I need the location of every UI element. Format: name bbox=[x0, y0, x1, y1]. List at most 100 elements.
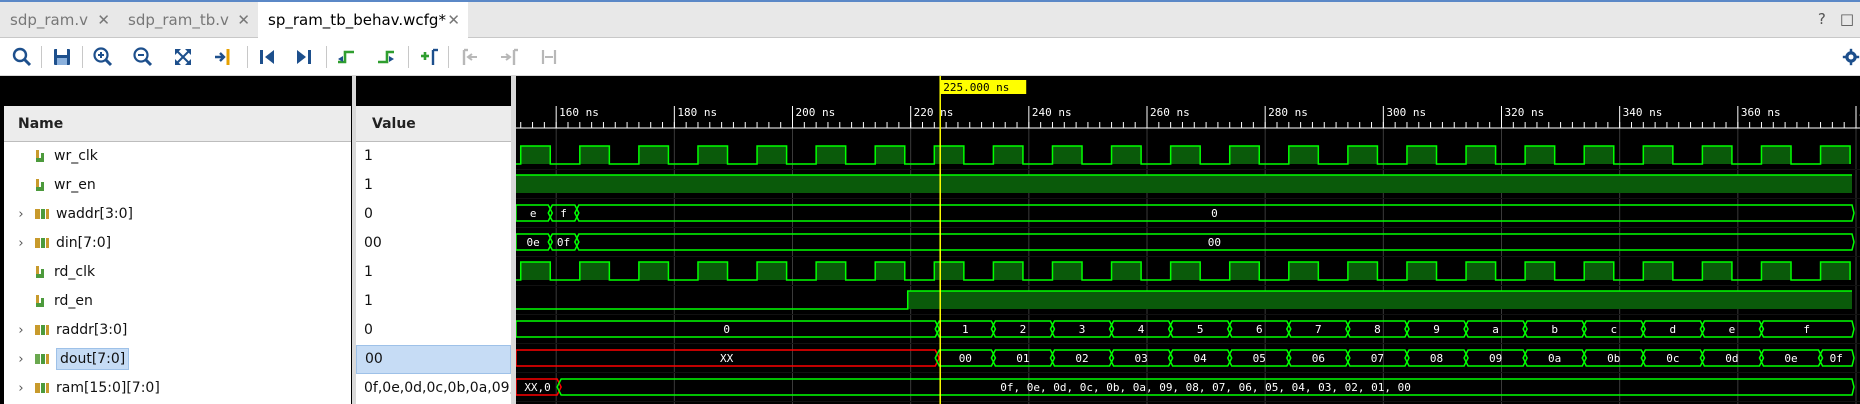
expand-chevron-icon[interactable]: › bbox=[14, 352, 28, 367]
waveform-toolbar bbox=[0, 38, 1860, 76]
zoom-fit-icon[interactable] bbox=[170, 44, 196, 70]
rd_clk-high-fill bbox=[1406, 262, 1437, 280]
ruler-tick-label: 320 ns bbox=[1505, 106, 1545, 119]
rd_clk-high-fill bbox=[579, 262, 610, 280]
rd_clk-high-fill bbox=[638, 262, 669, 280]
signal-name: dout[7:0] bbox=[56, 348, 130, 370]
close-tab-icon[interactable]: ✕ bbox=[447, 11, 460, 29]
signal-name: din[7:0] bbox=[56, 235, 112, 251]
signal-name: ram[15:0][7:0] bbox=[56, 380, 160, 396]
dout-value-label: 05 bbox=[1253, 352, 1266, 365]
raddr-value-label: f bbox=[1803, 323, 1810, 336]
wr_clk-high-fill bbox=[1525, 146, 1555, 164]
ruler-tick-label: 260 ns bbox=[1150, 106, 1190, 119]
go-to-end-icon[interactable] bbox=[291, 44, 317, 70]
signal-row-wr-clk[interactable]: wr_clk bbox=[4, 142, 351, 171]
waveform-canvas[interactable]: 160 ns 180 ns 200 ns 220 ns 240 ns 260 ns 280 … bbox=[516, 76, 1860, 404]
go-to-start-icon[interactable] bbox=[254, 44, 280, 70]
signal-name: wr_clk bbox=[54, 148, 98, 164]
previous-transition-icon[interactable] bbox=[333, 44, 359, 70]
dout-value-label: 08 bbox=[1430, 352, 1443, 365]
raddr-value-label: c bbox=[1610, 323, 1617, 336]
waddr-value-label: e bbox=[530, 207, 537, 220]
signal-row-waddr-3-0[interactable]: › waddr[3:0] bbox=[4, 200, 351, 229]
signal-row-rd-en[interactable]: rd_en bbox=[4, 287, 351, 316]
rd_clk-high-fill bbox=[1820, 262, 1851, 280]
dout-value-label: 0e bbox=[1784, 352, 1797, 365]
rd_clk-high-fill bbox=[1111, 262, 1142, 280]
dout-value-label: 04 bbox=[1194, 352, 1208, 365]
wr_clk-high-fill bbox=[1170, 146, 1201, 164]
rd_clk-high-fill bbox=[1052, 262, 1083, 280]
din-value-label: 0e bbox=[527, 236, 540, 249]
rd_clk-high-fill bbox=[993, 262, 1023, 280]
search-icon[interactable] bbox=[9, 44, 35, 70]
wr_clk-high-fill bbox=[875, 146, 905, 164]
tab-sdp-ram-tb-v[interactable]: sdp_ram_tb.v ✕ bbox=[118, 2, 258, 38]
signal-value: 1 bbox=[364, 148, 373, 164]
zoom-out-icon[interactable] bbox=[130, 44, 156, 70]
expand-chevron-icon[interactable]: › bbox=[14, 323, 28, 338]
column-header-name[interactable]: Name bbox=[4, 106, 351, 142]
restore-icon[interactable]: □ bbox=[1840, 10, 1854, 28]
bus-signal-icon bbox=[34, 351, 50, 367]
raddr-value-label: 2 bbox=[1020, 323, 1027, 336]
rd_clk-high-fill bbox=[875, 262, 905, 280]
window-controls: ? □ bbox=[1818, 10, 1860, 28]
wr_clk-high-fill bbox=[638, 146, 669, 164]
wr_clk-high-fill bbox=[697, 146, 728, 164]
swap-cursors-icon[interactable] bbox=[536, 44, 562, 70]
toolbar-divider bbox=[247, 46, 248, 68]
column-header-value[interactable]: Value bbox=[356, 106, 511, 142]
dout-value-label: XX bbox=[720, 352, 734, 365]
expand-chevron-icon[interactable]: › bbox=[14, 381, 28, 396]
bus-signal-icon bbox=[34, 235, 50, 251]
signal-row-raddr-3-0[interactable]: › raddr[3:0] bbox=[4, 316, 351, 345]
signal-row-wr-en[interactable]: wr_en bbox=[4, 171, 351, 200]
tab-sp-ram-tb-behav-wcfg[interactable]: sp_ram_tb_behav.wcfg* ✕ bbox=[258, 2, 468, 38]
rd_clk-high-fill bbox=[1466, 262, 1496, 280]
go-to-cursor-icon[interactable] bbox=[210, 44, 236, 70]
expand-chevron-icon[interactable]: › bbox=[14, 207, 28, 222]
signal-row-din-7-0[interactable]: › din[7:0] bbox=[4, 229, 351, 258]
raddr-value-label: 3 bbox=[1079, 323, 1086, 336]
signal-name: wr_en bbox=[54, 177, 96, 193]
signal-value: 00 bbox=[356, 344, 511, 374]
wr_clk-high-fill bbox=[816, 146, 846, 164]
expand-chevron-icon[interactable]: › bbox=[14, 236, 28, 251]
wr_clk-high-fill bbox=[1288, 146, 1319, 164]
zoom-in-icon[interactable] bbox=[90, 44, 116, 70]
settings-icon[interactable] bbox=[1842, 44, 1860, 70]
wr_clk-high-fill bbox=[1229, 146, 1260, 164]
rd_clk-high-fill bbox=[1702, 262, 1732, 280]
din-value-label: 00 bbox=[1208, 236, 1221, 249]
ruler-tick-label: 220 ns bbox=[914, 106, 954, 119]
signal-row-dout-7-0[interactable]: › dout[7:0] bbox=[4, 345, 351, 374]
signal-row-ram-15-0-7-0[interactable]: › ram[15:0][7:0] bbox=[4, 374, 351, 403]
rd_clk-high-fill bbox=[1643, 262, 1673, 280]
close-tab-icon[interactable]: ✕ bbox=[97, 11, 110, 29]
raddr-value-label: b bbox=[1551, 323, 1558, 336]
waveform-svg[interactable]: 160 ns 180 ns 200 ns 220 ns 240 ns 260 ns 280 … bbox=[516, 76, 1860, 404]
tab-sdp-ram-v[interactable]: sdp_ram.v ✕ bbox=[0, 2, 118, 38]
rd_clk-high-fill bbox=[1525, 262, 1555, 280]
dout-value-label: 03 bbox=[1134, 352, 1147, 365]
next-marker-icon[interactable] bbox=[496, 44, 522, 70]
signal-name: rd_en bbox=[54, 293, 93, 309]
add-marker-icon[interactable] bbox=[416, 44, 442, 70]
bus-signal-icon bbox=[34, 322, 50, 338]
dout-value-label: 02 bbox=[1075, 352, 1088, 365]
save-icon[interactable] bbox=[49, 44, 75, 70]
tab-label: sp_ram_tb_behav.wcfg* bbox=[268, 11, 446, 29]
signal-value: 0 bbox=[364, 322, 373, 338]
previous-marker-icon[interactable] bbox=[456, 44, 482, 70]
dout-value-label: 0f bbox=[1830, 352, 1843, 365]
signal-row-rd-clk[interactable]: rd_clk bbox=[4, 258, 351, 287]
help-icon[interactable]: ? bbox=[1818, 10, 1826, 28]
wr_clk-high-fill bbox=[1347, 146, 1378, 164]
close-tab-icon[interactable]: ✕ bbox=[237, 11, 250, 29]
next-transition-icon[interactable] bbox=[373, 44, 399, 70]
ruler-tick-label: 180 ns bbox=[677, 106, 717, 119]
raddr-value-label: 6 bbox=[1256, 323, 1263, 336]
rd_clk-high-fill bbox=[1347, 262, 1378, 280]
